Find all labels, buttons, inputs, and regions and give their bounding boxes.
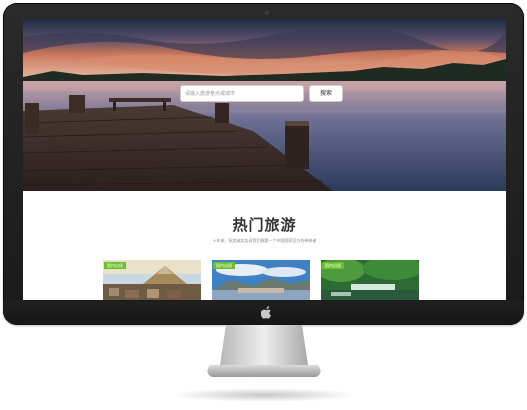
monitor-bezel: 搜索 热门旅游 十年来，祝游诚实告诉我们想要一个中国国家官方的带来者 国内出境	[3, 3, 524, 325]
stand-shadow	[170, 388, 358, 402]
destination-card-3[interactable]: 国内出境	[321, 260, 419, 300]
card-tag: 国内出境	[213, 262, 235, 269]
card-tag: 国内出境	[104, 262, 126, 269]
destination-card-1[interactable]: 国内出境	[103, 260, 201, 300]
monitor-stand	[207, 325, 321, 377]
card-tag: 国内出境	[322, 262, 344, 269]
section-subtitle: 十年来，祝游诚实告诉我们想要一个中国国家官方的带来者	[212, 238, 317, 243]
hero-banner: 搜索	[23, 19, 506, 191]
search-input[interactable]	[180, 85, 304, 102]
monitor-chin	[3, 301, 524, 325]
lake-pier-image	[23, 19, 506, 191]
screen: 搜索 热门旅游 十年来，祝游诚实告诉我们想要一个中国国家官方的带来者 国内出境	[23, 19, 506, 300]
destination-card-2[interactable]: 国内出境	[212, 260, 310, 300]
search-button[interactable]: 搜索	[309, 85, 343, 102]
apple-icon	[261, 306, 271, 319]
section-title: 热门旅游	[232, 216, 297, 234]
camera-dot	[265, 11, 269, 15]
